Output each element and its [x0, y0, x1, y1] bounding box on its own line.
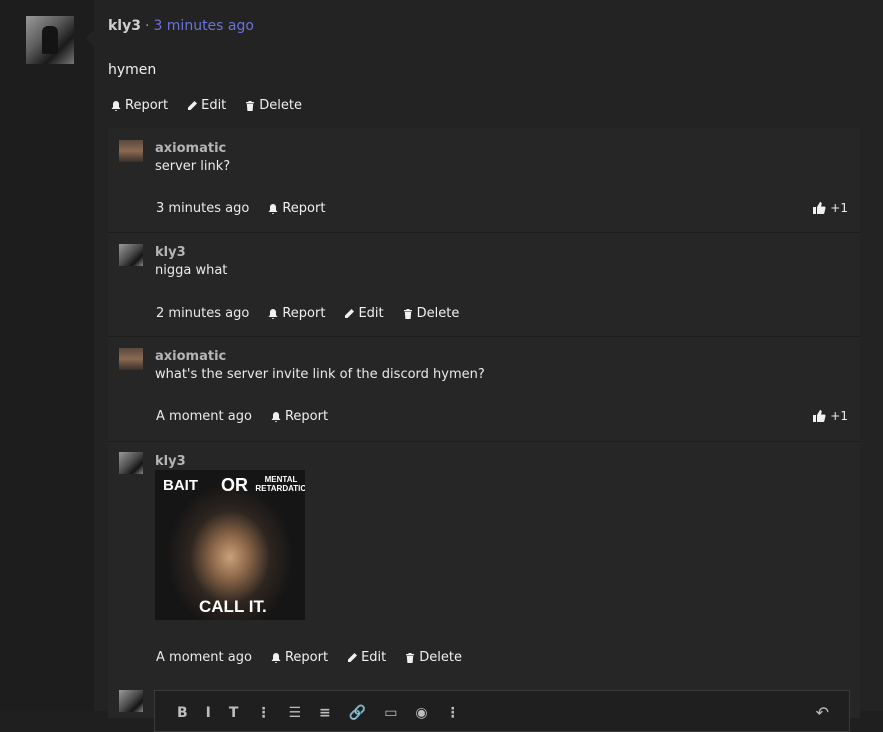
- avatar[interactable]: [119, 348, 143, 370]
- edit-label: Edit: [358, 306, 384, 321]
- more-icon[interactable]: ⋮: [446, 705, 460, 721]
- reply-image[interactable]: BAIT OR MENTAL RETARDATIO CALL IT.: [155, 470, 305, 620]
- trash-icon: [246, 100, 255, 111]
- avatar[interactable]: [119, 452, 143, 474]
- report-button[interactable]: Report: [270, 409, 328, 424]
- list-button[interactable]: ☰: [288, 705, 301, 721]
- like-count: +1: [830, 201, 848, 215]
- delete-label: Delete: [259, 98, 303, 113]
- trash-icon: [403, 308, 412, 319]
- meme-caption-middle: OR: [221, 475, 248, 495]
- pencil-icon: [188, 100, 198, 110]
- emoji-button[interactable]: ◉: [415, 705, 427, 721]
- delete-label: Delete: [416, 306, 460, 321]
- meme-caption-bottom: CALL IT.: [199, 597, 267, 616]
- thumbs-up-icon: [813, 202, 826, 214]
- post-body: hymen: [108, 62, 157, 78]
- reply-time[interactable]: A moment ago: [156, 409, 252, 424]
- delete-button[interactable]: Delete: [402, 306, 460, 321]
- post: kly3 · 3 minutes ago hymen Report Edit Del…: [94, 0, 883, 732]
- reply-author[interactable]: kly3: [155, 454, 186, 469]
- like-button[interactable]: +1: [812, 409, 848, 423]
- edit-label: Edit: [201, 98, 227, 113]
- post-time-link[interactable]: 3 minutes ago: [153, 18, 254, 34]
- reply-item: axiomatic what's the server invite link …: [108, 336, 860, 442]
- bell-icon: [268, 308, 278, 319]
- undo-button[interactable]: ↶: [816, 703, 829, 722]
- left-rail: [0, 0, 95, 711]
- reply-text: what's the server invite link of the dis…: [155, 367, 485, 382]
- reply-text: nigga what: [155, 263, 228, 278]
- pencil-icon: [348, 652, 358, 662]
- pencil-icon: [345, 308, 355, 318]
- reply-actions: 2 minutes ago Report Edit Delete: [156, 306, 459, 321]
- report-button[interactable]: Report: [267, 306, 325, 321]
- like-count: +1: [830, 409, 848, 423]
- meme-caption-right: MENTAL RETARDATIO: [255, 475, 305, 493]
- bell-icon: [268, 203, 278, 214]
- reply-author[interactable]: axiomatic: [155, 349, 226, 364]
- bell-icon: [111, 100, 121, 111]
- report-button[interactable]: Report: [110, 98, 168, 113]
- avatar: [119, 690, 143, 712]
- link-button[interactable]: 🔗: [349, 705, 366, 721]
- report-label: Report: [282, 306, 326, 321]
- reply-actions: A moment ago Report: [156, 409, 328, 424]
- reply-item: axiomatic server link? 3 minutes ago Rep…: [108, 128, 860, 233]
- bell-icon: [271, 652, 281, 663]
- avatar[interactable]: [26, 16, 74, 64]
- avatar[interactable]: [119, 244, 143, 266]
- reply-author[interactable]: kly3: [155, 245, 186, 260]
- align-button[interactable]: ≡: [319, 705, 331, 721]
- editor-toolbar: B I T ⋮ ☰ ≡ 🔗 ▭ ◉ ⋮: [177, 705, 460, 721]
- thumbs-up-icon: [813, 410, 826, 422]
- report-label: Report: [282, 201, 326, 216]
- report-button[interactable]: Report: [267, 201, 325, 216]
- delete-label: Delete: [419, 650, 462, 665]
- reply-editor[interactable]: B I T ⋮ ☰ ≡ 🔗 ▭ ◉ ⋮ ↶: [154, 690, 850, 732]
- report-button[interactable]: Report: [270, 650, 328, 665]
- replies-container: axiomatic server link? 3 minutes ago Rep…: [108, 128, 860, 732]
- edit-button[interactable]: Edit: [346, 650, 386, 665]
- speech-pointer: [86, 30, 94, 46]
- reply-text: server link?: [155, 159, 231, 174]
- reply-actions: 3 minutes ago Report: [156, 201, 325, 216]
- italic-button[interactable]: I: [206, 705, 211, 721]
- bold-button[interactable]: B: [177, 705, 188, 721]
- edit-label: Edit: [361, 650, 387, 665]
- delete-button[interactable]: Delete: [244, 98, 302, 113]
- meme-caption-left: BAIT: [163, 477, 198, 494]
- heading-button[interactable]: T: [229, 705, 239, 721]
- trash-icon: [406, 652, 415, 663]
- bell-icon: [271, 411, 281, 422]
- report-label: Report: [125, 98, 169, 113]
- reply-time[interactable]: 3 minutes ago: [156, 201, 249, 216]
- reply-time[interactable]: 2 minutes ago: [156, 306, 249, 321]
- report-label: Report: [284, 650, 329, 665]
- edit-button[interactable]: Edit: [186, 98, 226, 113]
- post-header: kly3 · 3 minutes ago: [108, 18, 254, 34]
- reply-editor-row: B I T ⋮ ☰ ≡ 🔗 ▭ ◉ ⋮ ↶: [108, 688, 860, 732]
- like-button[interactable]: +1: [812, 201, 848, 215]
- reply-time[interactable]: A moment ago: [156, 650, 252, 665]
- post-author[interactable]: kly3: [108, 18, 141, 34]
- separator: ·: [144, 18, 150, 34]
- report-label: Report: [284, 409, 329, 424]
- avatar[interactable]: [119, 140, 143, 162]
- reply-item: kly3 nigga what 2 minutes ago Report Edi…: [108, 232, 860, 337]
- more-icon[interactable]: ⋮: [256, 705, 270, 721]
- delete-button[interactable]: Delete: [404, 650, 462, 665]
- edit-button[interactable]: Edit: [343, 306, 384, 321]
- post-actions: Report Edit Delete: [110, 98, 302, 113]
- reply-actions: A moment ago Report Edit Delete: [156, 650, 462, 665]
- reply-author[interactable]: axiomatic: [155, 141, 226, 156]
- media-button[interactable]: ▭: [384, 705, 397, 721]
